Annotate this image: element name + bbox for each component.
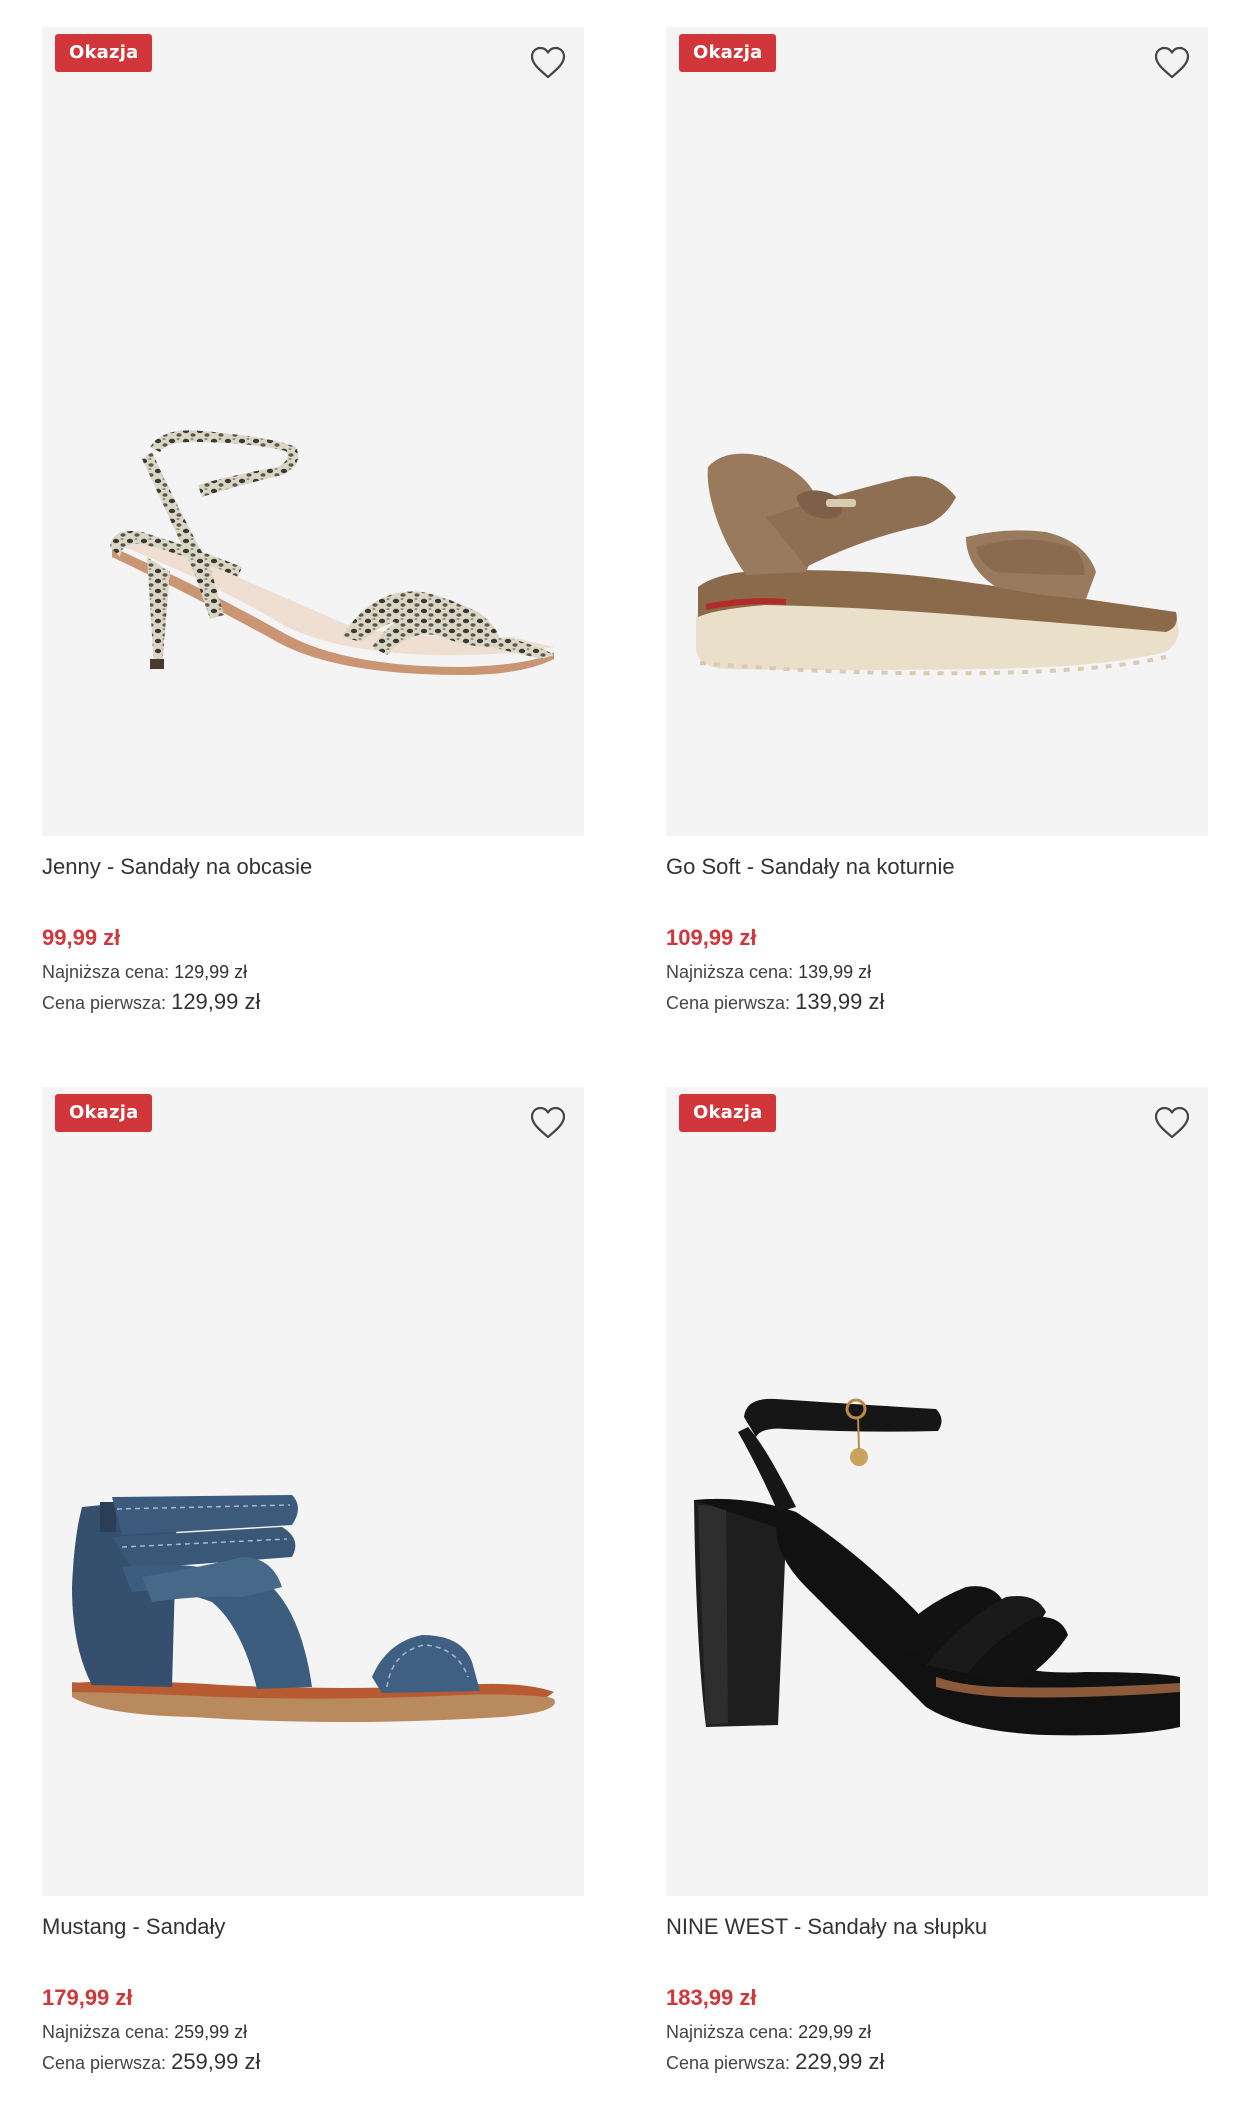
- heart-outline-icon: [1154, 1106, 1190, 1139]
- lowest-price-value: 229,99 zł: [798, 2022, 872, 2042]
- product-card[interactable]: Okazja Mustang - Sandały 179,99 zł Najni…: [42, 1087, 584, 2077]
- denim-sandal-image: [72, 1495, 555, 1722]
- wishlist-button[interactable]: [1152, 43, 1192, 83]
- lowest-price-label: Najniższa cena:: [42, 962, 170, 982]
- product-image[interactable]: Okazja: [666, 27, 1208, 836]
- first-price-label: Cena pierwsza:: [666, 993, 791, 1013]
- sale-badge: Okazja: [679, 1094, 777, 1132]
- product-price: 109,99 zł: [666, 925, 757, 950]
- first-price-row: Cena pierwsza: 129,99 zł: [42, 988, 584, 1017]
- first-price-value: 139,99 zł: [795, 989, 885, 1014]
- lowest-price-value: 139,99 zł: [798, 962, 872, 982]
- wedge-sandal-image: [696, 453, 1179, 676]
- wishlist-button[interactable]: [528, 1103, 568, 1143]
- snake-print-heeled-sandal-image: [110, 430, 554, 675]
- heart-outline-icon: [530, 46, 566, 79]
- product-grid: Okazja Jenny - Sandały na obcasie 99,99 …: [0, 0, 1250, 2123]
- black-block-heel-sandal-image: [694, 1398, 1180, 1736]
- lowest-price-label: Najniższa cena:: [666, 962, 794, 982]
- product-image[interactable]: Okazja: [42, 1087, 584, 1896]
- lowest-price-row: Najniższa cena: 229,99 zł: [666, 2018, 1208, 2046]
- lowest-price-label: Najniższa cena:: [666, 2022, 794, 2042]
- lowest-price-row: Najniższa cena: 129,99 zł: [42, 958, 584, 986]
- wishlist-button[interactable]: [528, 43, 568, 83]
- product-name[interactable]: Jenny - Sandały na obcasie: [42, 852, 584, 882]
- lowest-price-row: Najniższa cena: 259,99 zł: [42, 2018, 584, 2046]
- sale-badge: Okazja: [55, 34, 153, 72]
- wishlist-button[interactable]: [1152, 1103, 1192, 1143]
- first-price-value: 129,99 zł: [171, 989, 261, 1014]
- product-price: 183,99 zł: [666, 1985, 757, 2010]
- lowest-price-row: Najniższa cena: 139,99 zł: [666, 958, 1208, 986]
- product-price: 99,99 zł: [42, 925, 121, 950]
- first-price-row: Cena pierwsza: 229,99 zł: [666, 2048, 1208, 2077]
- sale-badge: Okazja: [55, 1094, 153, 1132]
- product-name[interactable]: Go Soft - Sandały na koturnie: [666, 852, 1208, 882]
- product-card[interactable]: Okazja Jenny - Sandały na obcasie 99,99 …: [42, 27, 584, 1017]
- heart-outline-icon: [530, 1106, 566, 1139]
- product-image[interactable]: Okazja: [42, 27, 584, 836]
- product-name[interactable]: NINE WEST - Sandały na słupku: [666, 1912, 1208, 1942]
- product-price: 179,99 zł: [42, 1985, 133, 2010]
- lowest-price-value: 129,99 zł: [174, 962, 248, 982]
- product-card[interactable]: Okazja Go Soft - Sandały na koturnie 109…: [666, 27, 1208, 1017]
- product-name[interactable]: Mustang - Sandały: [42, 1912, 584, 1942]
- lowest-price-label: Najniższa cena:: [42, 2022, 170, 2042]
- first-price-value: 229,99 zł: [795, 2049, 885, 2074]
- first-price-row: Cena pierwsza: 259,99 zł: [42, 2048, 584, 2077]
- product-image[interactable]: Okazja: [666, 1087, 1208, 1896]
- first-price-label: Cena pierwsza:: [42, 993, 167, 1013]
- first-price-label: Cena pierwsza:: [666, 2053, 791, 2073]
- first-price-row: Cena pierwsza: 139,99 zł: [666, 988, 1208, 1017]
- product-card[interactable]: Okazja NINE WEST - Sandały na słupku 183…: [666, 1087, 1208, 2077]
- sale-badge: Okazja: [679, 34, 777, 72]
- lowest-price-value: 259,99 zł: [174, 2022, 248, 2042]
- heart-outline-icon: [1154, 46, 1190, 79]
- first-price-value: 259,99 zł: [171, 2049, 261, 2074]
- first-price-label: Cena pierwsza:: [42, 2053, 167, 2073]
